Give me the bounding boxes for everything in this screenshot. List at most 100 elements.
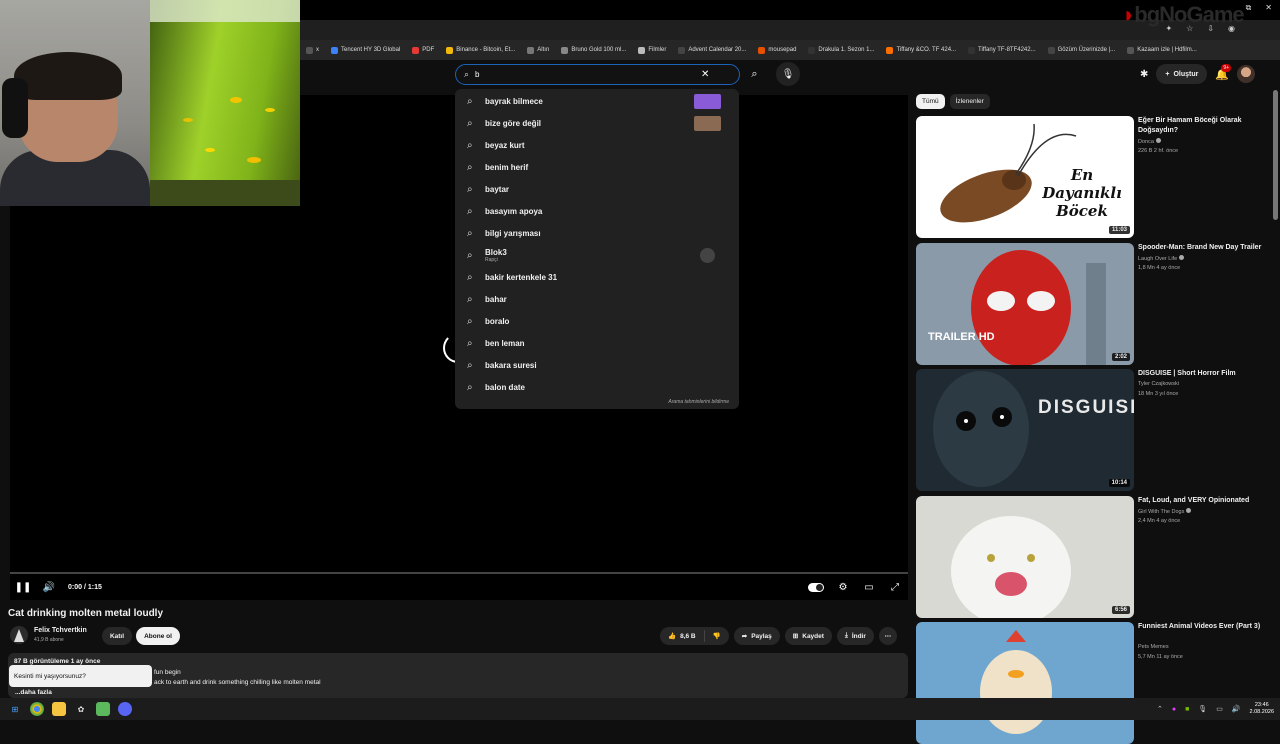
recommended-video-title[interactable]: Eğer Bir Hamam Böceği Olarak Doğsaydın?	[1138, 116, 1266, 136]
share-icon: ➦	[741, 633, 748, 640]
report-predictions-link[interactable]: Arama tahminlerini bildirme	[668, 399, 729, 405]
recommended-video[interactable]: 6:56 Fat, Loud, and VERY Opinionated Girl …	[916, 495, 1266, 618]
subscribe-button[interactable]: Abone ol	[136, 627, 180, 645]
network-icon[interactable]: ▭	[1216, 705, 1223, 713]
bookmark-item[interactable]: Tencent HY 3D Global	[325, 46, 406, 54]
save-button[interactable]: ⊞ Kaydet	[784, 627, 832, 645]
recommended-video[interactable]: TRAILER HD 2:02 Spooder-Man: Brand New Day…	[916, 242, 1266, 365]
share-button[interactable]: ➦ Paylaş	[733, 627, 780, 645]
microphone-icon[interactable]: 🎙	[1198, 705, 1207, 713]
video-thumbnail[interactable]: 6:56	[916, 495, 1134, 618]
bookmark-item[interactable]: Binance - Bitcoin, Et...	[440, 46, 521, 54]
suggestion-item[interactable]: ⌕ bakara suresi	[455, 354, 739, 376]
suggestion-item[interactable]: ⌕ Blok3 Rapçi	[455, 244, 739, 266]
recommended-channel[interactable]: Laugh Over Life	[1138, 254, 1185, 262]
clear-search-icon[interactable]: ✕	[701, 69, 709, 80]
search-button[interactable]: ⌕	[742, 64, 767, 85]
bookmark-item[interactable]: Gözüm Üzerinizde |...	[1042, 46, 1122, 54]
download-button[interactable]: ⤓ İndir	[836, 627, 874, 645]
fullscreen-button[interactable]: ⤢	[882, 577, 908, 597]
discord-icon[interactable]	[118, 702, 132, 716]
show-more-link[interactable]: ...daha fazla	[15, 689, 52, 696]
clock[interactable]: 23:46 2.08.2026	[1250, 702, 1274, 716]
suggestion-item[interactable]: ⌕ benim herif	[455, 156, 739, 178]
nvidia-icon[interactable]: ■	[1185, 706, 1189, 713]
windows-start-icon[interactable]: ⊞	[8, 702, 22, 716]
filter-chip[interactable]: İzlenenler	[949, 94, 990, 109]
chevron-up-icon[interactable]: ⌃	[1157, 705, 1163, 713]
more-actions-button[interactable]: ⋯	[878, 627, 897, 645]
thumbnail-text: DISGUISE	[1038, 397, 1134, 418]
suggestion-item[interactable]: ⌕ balon date	[455, 376, 739, 398]
bookmark-item[interactable]: Tiffany &CO. TF 424...	[880, 46, 962, 54]
file-explorer-icon[interactable]	[52, 702, 66, 716]
bookmark-item[interactable]: PDF	[406, 46, 440, 54]
chrome-icon[interactable]	[30, 702, 44, 716]
bookmark-item[interactable]: Bruno Gold 100 ml...	[555, 46, 632, 54]
video-thumbnail[interactable]: TRAILER HD 2:02	[916, 242, 1134, 365]
voice-search-button[interactable]: 🎙	[776, 62, 800, 86]
account-avatar[interactable]	[1237, 65, 1256, 83]
suggestion-item[interactable]: ⌕ baytar	[455, 178, 739, 200]
create-button[interactable]: + Oluştur	[1156, 64, 1208, 84]
volume-button[interactable]: 🔊	[36, 577, 62, 597]
cast-icon[interactable]: ✱	[1140, 69, 1148, 80]
bookmark-item[interactable]: Altın	[521, 46, 555, 54]
dislike-button[interactable]: 👎	[705, 627, 729, 645]
recommended-channel[interactable]: Donca	[1138, 138, 1161, 145]
like-button[interactable]: 👍 8,6 B	[660, 627, 704, 645]
recommended-channel[interactable]: Girl With The Dogs	[1138, 507, 1192, 515]
bookmark-item[interactable]: Tiffany TF-8TF4242...	[962, 46, 1042, 54]
suggestion-label: bayrak bilmece	[485, 96, 543, 106]
recommended-video[interactable]: En Dayanıklı Böcek 11:03 Eğer Bir Hamam Bö…	[916, 116, 1266, 238]
recommended-video-title[interactable]: Fat, Loud, and VERY Opinionated	[1138, 496, 1266, 506]
verified-icon	[1186, 507, 1192, 513]
recommended-video-title[interactable]: DISGUISE | Short Horror Film	[1138, 369, 1266, 379]
suggestion-item[interactable]: ⌕ beyaz kurt	[455, 134, 739, 156]
video-thumbnail[interactable]: En Dayanıklı Böcek 11:03	[916, 116, 1134, 238]
suggestion-item[interactable]: ⌕ bilgi yarışması	[455, 222, 739, 244]
theater-mode-button[interactable]: ▭	[856, 577, 882, 597]
suggestion-item[interactable]: ⌕ basayım apoya	[455, 200, 739, 222]
search-input[interactable]	[475, 70, 696, 79]
autoplay-toggle[interactable]	[808, 582, 824, 592]
recommended-video-title[interactable]: Funniest Animal Videos Ever (Part 3)	[1138, 622, 1266, 632]
scrollbar[interactable]	[1273, 90, 1278, 220]
recommended-channel[interactable]: Pets Memes	[1138, 644, 1169, 650]
join-button[interactable]: Katıl	[102, 627, 132, 645]
suggestion-item[interactable]: ⌕ bize göre değil	[455, 112, 739, 134]
speaker-icon[interactable]: 🔊	[1232, 705, 1241, 713]
bookmark-item[interactable]: Kazaam izle | Hdfilm...	[1121, 46, 1203, 54]
suggestion-item[interactable]: ⌕ bayrak bilmece	[455, 90, 739, 112]
bookmark-item[interactable]: mousepad	[752, 46, 802, 54]
bookmark-item[interactable]: Advent Calendar 20...	[672, 46, 752, 54]
recommended-video[interactable]: DISGUISE 10:14 DISGUISE | Short Horror Fil…	[916, 369, 1266, 491]
suggestion-item[interactable]: ⌕ bakir kertenkele 31	[455, 266, 739, 288]
notifications-button[interactable]: 🔔 9+	[1215, 63, 1232, 81]
video-thumbnail[interactable]: DISGUISE 10:14	[916, 369, 1134, 491]
search-box[interactable]: ⌕ ✕	[455, 64, 740, 85]
openai-icon[interactable]: ✿	[74, 702, 88, 716]
filter-chip[interactable]: Tümü	[916, 94, 945, 109]
suggestion-item[interactable]: ⌕ ben leman	[455, 332, 739, 354]
video-thumbnail[interactable]	[916, 622, 1134, 744]
clock-time: 23:46	[1254, 702, 1269, 708]
app-icon[interactable]	[96, 702, 110, 716]
restore-icon[interactable]: ⧉	[1246, 3, 1252, 13]
recommended-channel[interactable]: Tyler Czajkowski	[1138, 381, 1179, 387]
progress-bar[interactable]	[10, 572, 908, 574]
close-window-icon[interactable]: ✕	[1265, 3, 1272, 13]
channel-name[interactable]: Felix Tchvertkin	[34, 627, 87, 634]
app-tray-icon[interactable]: ●	[1172, 706, 1176, 713]
channel-avatar[interactable]	[10, 626, 28, 644]
bookmark-item[interactable]: x	[300, 46, 325, 54]
bookmark-item[interactable]: Drakula 1. Sezon 1...	[802, 46, 880, 54]
recommended-video[interactable]: Funniest Animal Videos Ever (Part 3) Pets…	[916, 622, 1266, 744]
suggestion-item[interactable]: ⌕ boralo	[455, 310, 739, 332]
settings-button[interactable]: ⚙	[830, 577, 856, 597]
bookmark-item[interactable]: Filmler	[632, 46, 672, 54]
recommended-video-title[interactable]: Spooder-Man: Brand New Day Trailer	[1138, 243, 1266, 253]
feedback-popup[interactable]: Kesinti mi yaşıyorsunuz?	[9, 665, 152, 687]
suggestion-item[interactable]: ⌕ bahar	[455, 288, 739, 310]
pause-button[interactable]: ❚❚	[10, 577, 36, 597]
